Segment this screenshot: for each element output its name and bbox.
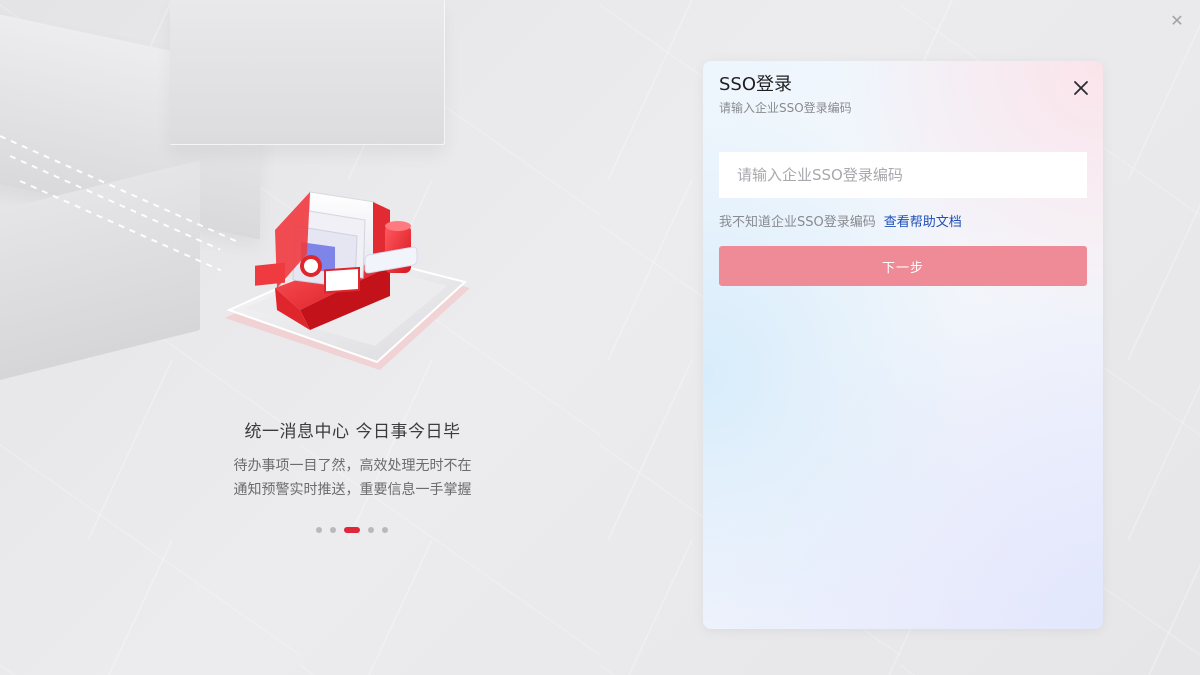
carousel-dot[interactable] [316, 527, 322, 533]
message-center-illustration [225, 191, 470, 370]
sso-login-panel: SSO登录 请输入企业SSO登录编码 我不知道企业SSO登录编码查看帮助文档 下… [703, 61, 1103, 629]
next-step-button[interactable]: 下一步 [719, 246, 1087, 286]
window-close-icon[interactable]: ✕ [1168, 12, 1186, 30]
login-window: ✕ 统一消息中心 今日事今日毕 待办事项一目了然，高效处理无时不在 通知预警实时… [0, 0, 1200, 675]
sso-code-input[interactable] [719, 152, 1087, 198]
help-row: 我不知道企业SSO登录编码 查看帮助文档 [719, 211, 962, 230]
carousel-description-line: 待办事项一目了然，高效处理无时不在 [233, 458, 472, 474]
carousel-dot-active[interactable] [344, 527, 360, 533]
close-icon[interactable] [1071, 78, 1091, 98]
panel-subtitle: 请输入企业SSO登录编码 [719, 101, 852, 115]
carousel-description-line: 通知预警实时推送，重要信息一手掌握 [233, 482, 472, 498]
panel-title: SSO登录 [719, 74, 793, 95]
help-doc-link[interactable]: 查看帮助文档 [884, 215, 962, 230]
background-block [170, 0, 445, 145]
carousel-dot[interactable] [368, 527, 374, 533]
carousel-title: 统一消息中心 今日事今日毕 [244, 422, 461, 442]
carousel-indicator [316, 527, 388, 533]
carousel-dot[interactable] [330, 527, 336, 533]
carousel-dot[interactable] [382, 527, 388, 533]
help-text: 我不知道企业SSO登录编码 [719, 215, 876, 230]
carousel-description: 待办事项一目了然，高效处理无时不在 通知预警实时推送，重要信息一手掌握 [200, 454, 505, 502]
